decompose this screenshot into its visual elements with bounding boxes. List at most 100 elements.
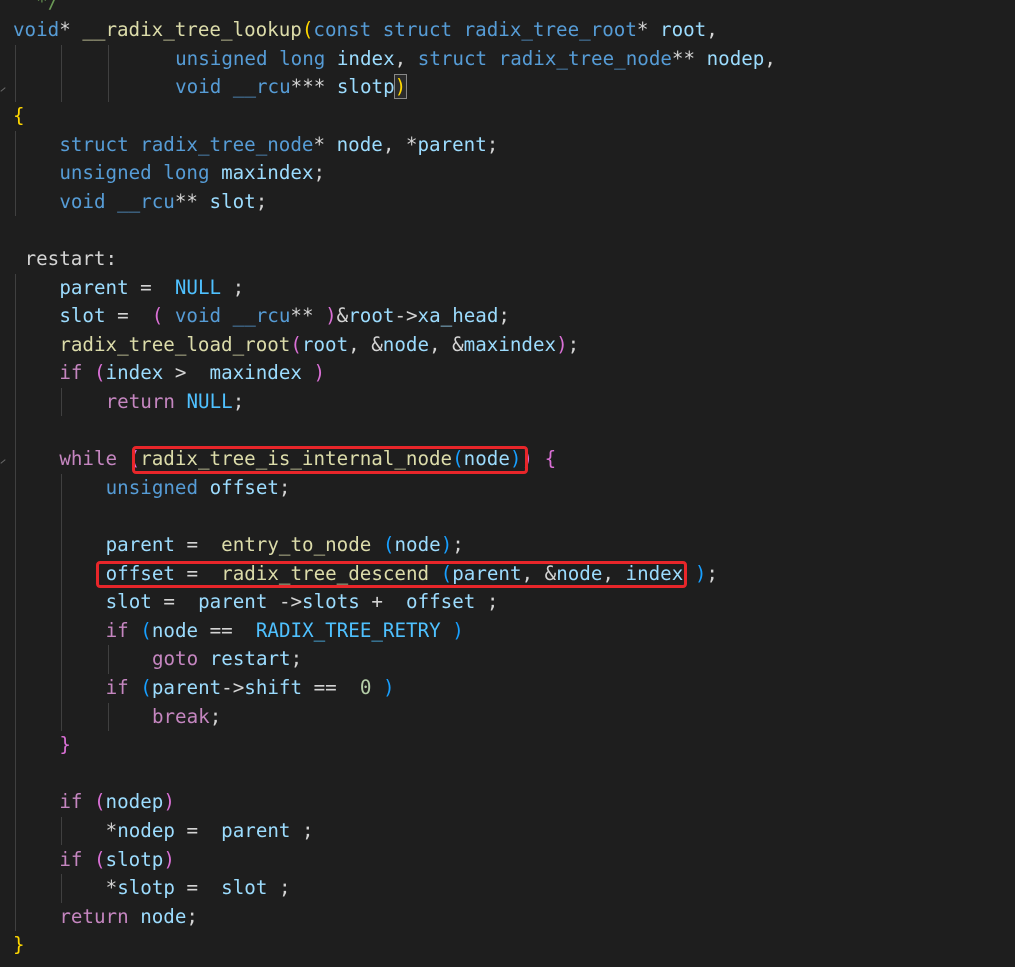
fold-marker-icon[interactable] bbox=[0, 87, 6, 93]
code-line[interactable]: slot = parent ->slots + offset ; bbox=[106, 588, 499, 617]
code-line[interactable]: struct radix_tree_node* node, *parent; bbox=[59, 131, 498, 160]
code-line[interactable]: restart: bbox=[25, 245, 117, 274]
code-line[interactable]: slot = ( void __rcu** )&root->xa_head; bbox=[59, 302, 510, 331]
code-token: radix_tree_node bbox=[498, 46, 672, 70]
code-token: offset bbox=[406, 590, 476, 614]
code-token: index bbox=[105, 361, 164, 385]
code-token: ( bbox=[140, 618, 152, 642]
code-token: if bbox=[59, 361, 83, 385]
code-token: * bbox=[105, 876, 118, 900]
code-line[interactable]: *slotp = slot ; bbox=[106, 874, 291, 903]
code-line[interactable]: unsigned long maxindex; bbox=[59, 159, 325, 188]
code-token: , bbox=[764, 46, 776, 70]
code-token: ; bbox=[302, 818, 314, 842]
code-token: ) bbox=[163, 790, 175, 814]
code-token: ) bbox=[556, 332, 568, 356]
code-token: , bbox=[394, 46, 407, 70]
code-line[interactable]: void* __radix_tree_lookup(const struct r… bbox=[13, 16, 729, 45]
code-line[interactable]: if (slotp) bbox=[59, 846, 175, 875]
indent-guide bbox=[107, 645, 109, 674]
code-line[interactable]: goto restart; bbox=[152, 645, 302, 674]
code-token: ; bbox=[486, 590, 499, 614]
code-token: __rcu bbox=[117, 189, 175, 213]
code-token: ) bbox=[163, 847, 175, 871]
code-line[interactable]: if (parent->shift == 0 ) bbox=[106, 674, 395, 703]
code-line[interactable]: unsigned long index, struct radix_tree_n… bbox=[175, 45, 787, 74]
code-token: NULL bbox=[174, 275, 222, 299]
code-token: radix_tree_root bbox=[463, 18, 637, 42]
code-token: ( bbox=[93, 361, 106, 385]
code-line[interactable]: */ bbox=[36, 0, 59, 16]
code-token: struct bbox=[382, 18, 453, 42]
code-token: ( bbox=[382, 532, 395, 556]
code-line[interactable]: parent = NULL ; bbox=[59, 274, 244, 303]
indent-guide bbox=[15, 44, 16, 102]
code-line[interactable]: if (node == RADIX_TREE_RETRY ) bbox=[106, 617, 464, 646]
code-token: xa_head bbox=[417, 304, 499, 328]
code-token: ; bbox=[567, 332, 580, 356]
function-name-token: entry_to_node bbox=[221, 532, 372, 556]
indent-guide bbox=[107, 44, 109, 102]
code-token: > bbox=[163, 361, 198, 385]
code-token: restart bbox=[209, 647, 291, 671]
code-line[interactable]: radix_tree_load_root(root, &node, &maxin… bbox=[59, 331, 579, 360]
code-token: */ bbox=[36, 0, 60, 13]
code-token: maxindex bbox=[209, 361, 302, 385]
code-token: if bbox=[105, 675, 129, 699]
code-token: ( bbox=[140, 675, 152, 699]
code-token: ** bbox=[671, 46, 696, 70]
code-token: slots bbox=[302, 590, 360, 614]
code-token: node bbox=[394, 532, 441, 556]
fold-marker-icon[interactable] bbox=[0, 459, 6, 464]
code-token: const bbox=[313, 18, 372, 42]
code-token: = bbox=[105, 304, 141, 328]
code-line[interactable]: *nodep = parent ; bbox=[106, 817, 314, 846]
code-line[interactable]: break; bbox=[152, 703, 221, 732]
indent-guide bbox=[61, 874, 63, 903]
code-token: ** bbox=[290, 304, 314, 328]
code-token: nodep bbox=[706, 46, 765, 70]
code-token: , & bbox=[348, 332, 383, 356]
code-token: parent bbox=[59, 275, 129, 299]
indent-guide bbox=[15, 130, 16, 217]
indent-guide bbox=[61, 44, 63, 102]
code-line[interactable]: } bbox=[13, 931, 25, 960]
code-token: void bbox=[174, 304, 222, 328]
red-highlight-box bbox=[132, 446, 528, 474]
code-line[interactable]: if (index > maxindex ) bbox=[59, 359, 325, 388]
code-line[interactable]: void __rcu** slot; bbox=[59, 188, 267, 217]
code-token: * bbox=[105, 818, 118, 842]
code-token: restart: bbox=[24, 246, 117, 270]
code-token: index bbox=[336, 46, 395, 70]
code-token: ( bbox=[301, 18, 314, 42]
code-line[interactable]: if (nodep) bbox=[59, 788, 175, 817]
code-line[interactable]: { bbox=[13, 102, 25, 131]
code-token: ; bbox=[706, 561, 718, 585]
code-token: __rcu bbox=[232, 304, 291, 328]
code-line[interactable]: unsigned offset; bbox=[106, 474, 291, 503]
code-line[interactable]: return node; bbox=[59, 903, 198, 932]
code-token: if bbox=[59, 790, 83, 814]
code-token: ; bbox=[278, 475, 291, 499]
code-token: ; bbox=[313, 161, 326, 185]
code-line[interactable]: parent = entry_to_node (node); bbox=[106, 531, 464, 560]
function-name-token: __radix_tree_lookup bbox=[82, 18, 302, 42]
code-line[interactable]: } bbox=[59, 731, 71, 760]
code-token: void bbox=[59, 189, 106, 213]
code-token: = bbox=[151, 590, 187, 614]
code-token: ** bbox=[174, 189, 198, 213]
code-token: root bbox=[301, 332, 349, 356]
code-token: ; bbox=[232, 275, 245, 299]
code-token: NULL bbox=[186, 389, 233, 413]
red-highlight-box bbox=[96, 560, 687, 589]
code-line[interactable]: void __rcu*** slotp) bbox=[175, 73, 408, 102]
code-token: while bbox=[59, 447, 118, 471]
code-token: slot bbox=[209, 189, 256, 213]
code-token: ) bbox=[313, 361, 326, 385]
code-editor[interactable]: */void* __radix_tree_lookup(const struct… bbox=[0, 0, 1015, 967]
code-token: 0 bbox=[359, 675, 372, 699]
code-line[interactable]: return NULL; bbox=[106, 388, 245, 417]
function-name-token: radix_tree_load_root bbox=[59, 332, 291, 356]
code-token: unsigned bbox=[105, 475, 199, 499]
code-token: ; bbox=[486, 132, 499, 156]
